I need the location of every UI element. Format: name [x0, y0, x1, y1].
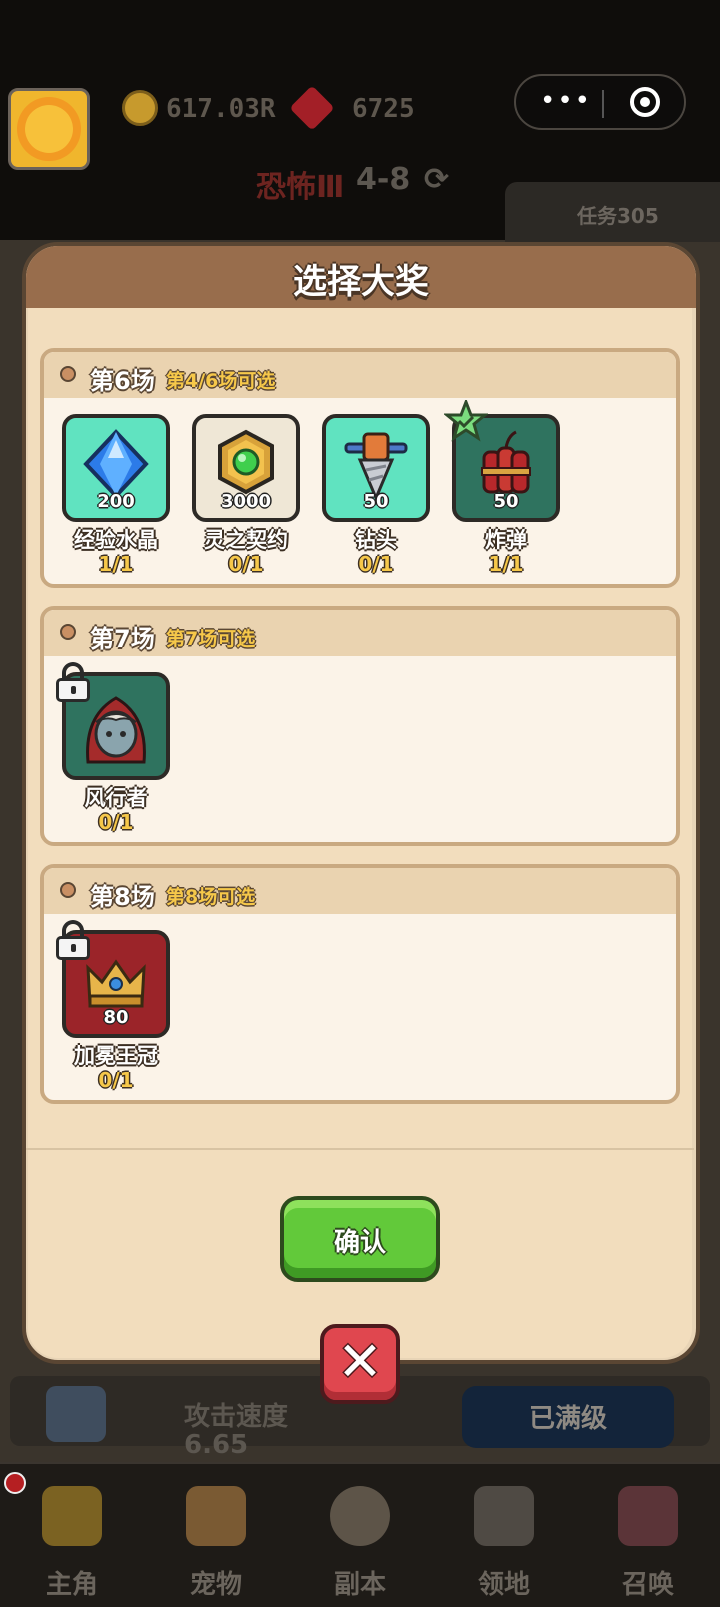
dungeon-icon	[330, 1486, 390, 1546]
close-icon: ✕	[337, 1330, 383, 1393]
item-value: 50	[493, 491, 519, 512]
bullet-icon	[60, 624, 76, 640]
stage-difficulty: 恐怖Ⅲ	[256, 170, 345, 205]
item-value: 3000	[220, 491, 272, 512]
section-subtitle: 第8场可选	[166, 886, 256, 908]
sun-avatar-icon	[25, 105, 73, 153]
dialog-title: 选择大奖	[293, 262, 429, 302]
nav-label: 领地	[477, 1570, 530, 1600]
item-name: 钻头	[355, 528, 397, 552]
item-count: 0/1	[358, 552, 394, 576]
nav-label: 主角	[45, 1570, 98, 1600]
bullet-icon	[60, 882, 76, 898]
item-name: 风行者	[84, 786, 148, 810]
summon-icon	[618, 1486, 678, 1546]
lock-body	[56, 678, 90, 702]
cat-icon	[186, 1486, 246, 1546]
item-tile: 200	[62, 414, 170, 522]
gold-amount: 617.03R	[166, 94, 276, 124]
item-count: 0/1	[98, 1068, 134, 1092]
lock-body	[56, 936, 90, 960]
item-name: 灵之契约	[204, 528, 288, 552]
miniprogram-capsule: •••	[514, 74, 686, 130]
divider	[26, 1148, 694, 1150]
stage-number: 4-8	[356, 162, 411, 197]
notification-dot	[4, 1472, 26, 1494]
nav-label: 召唤	[621, 1570, 674, 1600]
nav-item-summon[interactable]: 召唤	[576, 1464, 720, 1607]
stat-value: 6.65	[184, 1430, 249, 1460]
max-level-label: 已满级	[528, 1404, 607, 1434]
section-title: 第6场	[90, 367, 155, 395]
nav-label: 宠物	[189, 1570, 242, 1600]
nav-item-territory[interactable]: 领地	[432, 1464, 576, 1607]
close-miniprogram-icon[interactable]	[630, 87, 660, 117]
tower-icon	[474, 1486, 534, 1546]
gem-amount: 6725	[352, 94, 415, 124]
more-menu-icon[interactable]: •••	[540, 86, 592, 116]
item-tile: 3000	[192, 414, 300, 522]
close-button[interactable]: ✕	[320, 1324, 400, 1404]
item-count: 1/1	[98, 552, 134, 576]
bullet-icon	[60, 366, 76, 382]
bottom-nav: 主角 宠物 副本 领地 召唤	[0, 1462, 720, 1607]
item-value: 80	[103, 1007, 129, 1028]
crown-icon	[42, 1486, 102, 1546]
item-name: 经验水晶	[74, 528, 158, 552]
nav-item-pet[interactable]: 宠物	[144, 1464, 288, 1607]
mission-tab[interactable]: 任务305	[505, 182, 720, 242]
gold-coin-icon	[122, 90, 158, 126]
refresh-icon[interactable]: ⟳	[424, 162, 449, 197]
nav-label: 副本	[333, 1570, 386, 1600]
item-value: 200	[97, 491, 135, 512]
item-count: 0/1	[98, 810, 134, 834]
section-title: 第7场	[90, 625, 155, 653]
stat-label: 攻击速度	[184, 1402, 289, 1432]
section-title: 第8场	[90, 883, 155, 911]
confirm-button[interactable]: 确认	[280, 1196, 440, 1282]
weapon-icon	[46, 1386, 106, 1442]
max-level-button[interactable]: 已满级	[462, 1386, 674, 1448]
lock-icon	[56, 920, 90, 960]
selected-star-check-icon	[444, 400, 488, 442]
lock-icon	[56, 662, 90, 702]
item-name: 炸弹	[485, 528, 527, 552]
section-subtitle: 第4/6场可选	[166, 370, 276, 392]
capsule-divider	[602, 90, 604, 118]
mission-label: 任务305	[577, 204, 659, 228]
item-count: 0/1	[228, 552, 264, 576]
item-tile: 50	[322, 414, 430, 522]
item-value: 50	[363, 491, 389, 512]
confirm-label: 确认	[333, 1228, 386, 1258]
item-count: 1/1	[488, 552, 524, 576]
player-avatar[interactable]	[8, 88, 90, 170]
section-subtitle: 第7场可选	[166, 628, 256, 650]
item-name: 加冕王冠	[74, 1044, 158, 1068]
nav-item-dungeon[interactable]: 副本	[288, 1464, 432, 1607]
